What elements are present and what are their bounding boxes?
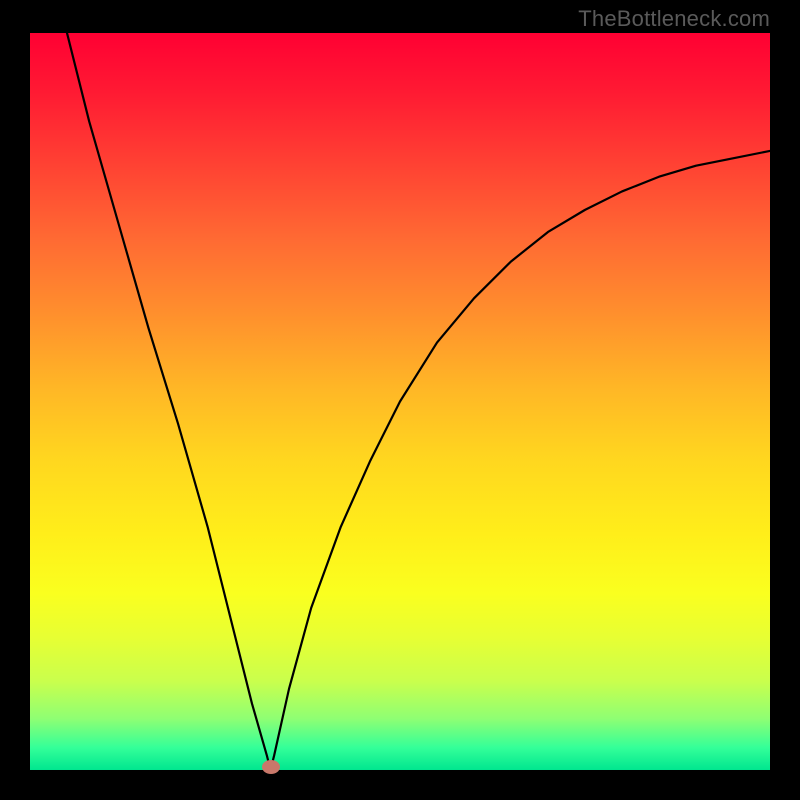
attribution-text: TheBottleneck.com — [578, 6, 770, 32]
plot-area — [30, 33, 770, 770]
bottleneck-curve — [30, 33, 770, 770]
chart-frame: TheBottleneck.com — [0, 0, 800, 800]
minimum-marker — [262, 760, 280, 774]
